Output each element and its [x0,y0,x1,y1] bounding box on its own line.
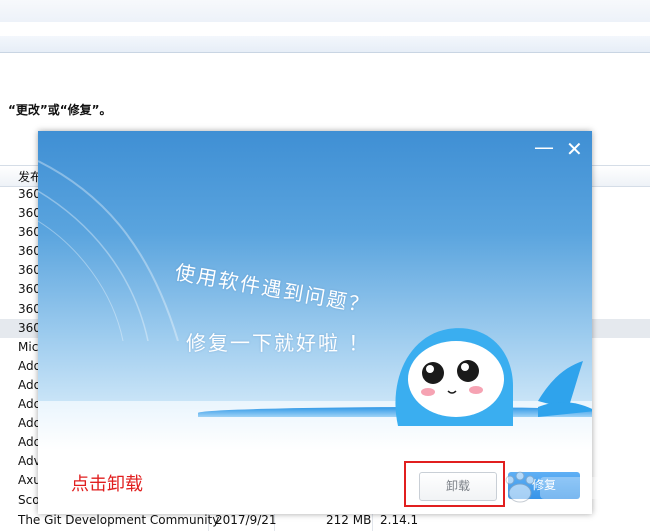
light-streak-decoration [38,160,179,341]
uninstall-hint-text: “更改”或“修复”。 [8,103,112,117]
background-window-address-bar [0,36,650,53]
row-publisher: Mic [18,339,39,354]
repair-dialog: — ✕ 使用软件遇到问题？ 修复一下就好啦 ！ 卸载 修复 [38,131,592,514]
mascot-illustration [395,328,592,426]
background-window-titlebar [0,0,650,23]
baidu-watermark [505,471,620,503]
row-publisher: Sco [18,492,40,507]
close-icon[interactable]: ✕ [566,137,583,161]
uninstall-button[interactable]: 卸载 [419,472,497,501]
slogan-line-2: 修复一下就好啦 ！ [186,331,371,355]
background-window-toolbar [0,22,650,37]
annotation-text: 点击卸载 [71,474,143,495]
minimize-icon[interactable]: — [534,135,554,159]
